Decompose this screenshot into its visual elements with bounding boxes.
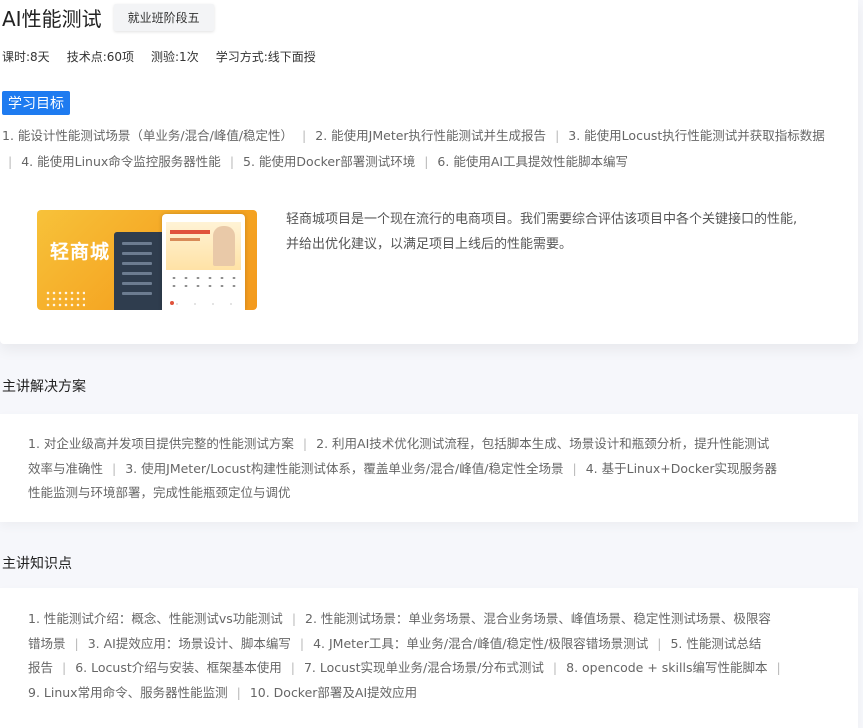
goals-line-2: | 4. 能使用Linux命令监控服务器性能 | 5. 能使用Docker部署测试环境…: [2, 149, 858, 175]
solutions-card: 1. 对企业级高并发项目提供完整的性能测试方案 | 2. 利用AI技术优化测试流程，…: [0, 414, 858, 522]
knowledge-item: 2. 性能测试场景：单业务场景、混合业务场景、峰值场景、稳定性测试场景、极限容: [305, 611, 771, 626]
knowledge-item: 3. AI提效应用：场景设计、脚本编写: [87, 635, 291, 651]
solutions-line: 性能监测与环境部署，完成性能瓶颈定位与调优: [28, 481, 828, 506]
solutions-content: 1. 对企业级高并发项目提供完整的性能测试方案 | 2. 利用AI技术优化测试流程，…: [28, 432, 828, 506]
solution-item: 3. 使用JMeter/Locust构建性能测试体系，覆盖单业务/混合/峰值/稳…: [125, 460, 564, 476]
solution-item: 效率与准确性: [28, 460, 104, 476]
goal-item: 1. 能设计性能测试场景（单业务/混合/峰值/稳定性）: [2, 128, 294, 143]
solution-item: 性能监测与环境部署，完成性能瓶颈定位与调优: [28, 485, 291, 500]
knowledge-separator: |: [299, 635, 305, 651]
solutions-line: 1. 对企业级高并发项目提供完整的性能测试方案 | 2. 利用AI技术优化测试流程，…: [28, 432, 828, 457]
goal-separator: |: [424, 154, 429, 169]
knowledge-line: 1. 性能测试介绍：概念、性能测试vs功能测试 | 2. 性能测试场景：单业务场景、…: [28, 607, 828, 632]
goal-separator: |: [8, 154, 13, 169]
knowledge-item: 4. JMeter工具：单业务/混合/峰值/稳定性/极限容错场景测试: [313, 635, 649, 651]
title-row: AI性能测试 就业班阶段五: [2, 3, 214, 31]
knowledge-card: 1. 性能测试介绍：概念、性能测试vs功能测试 | 2. 性能测试场景：单业务场景、…: [0, 588, 858, 728]
knowledge-item: 1. 性能测试介绍：概念、性能测试vs功能测试: [28, 611, 283, 626]
stage-tag: 就业班阶段五: [113, 3, 214, 31]
banner-phone-nav: [168, 302, 240, 306]
knowledge-separator: |: [776, 660, 781, 675]
banner-logo-text: 轻商城: [50, 241, 111, 263]
goal-item: 4. 能使用Linux命令监控服务器性能: [21, 154, 221, 169]
knowledge-line: 9. Linux常用命令、服务器性能监测 | 10. Docker部署及AI提效应用: [28, 681, 828, 706]
knowledge-separator: |: [552, 660, 558, 675]
meta-hours: 课时:8天: [2, 50, 50, 64]
course-detail-page: AI性能测试 就业班阶段五 课时:8天 技术点:60项 测验:1次 学习方式:线…: [0, 0, 863, 728]
meta-tech-points: 技术点:60项: [66, 50, 135, 64]
knowledge-item: 错场景: [28, 635, 66, 651]
knowledge-line: 错场景 | 3. AI提效应用：场景设计、脚本编写 | 4. JMeter工具：单业务/…: [28, 632, 828, 657]
goal-item: 3. 能使用Locust执行性能测试并获取指标数据: [568, 128, 825, 143]
knowledge-heading: 主讲知识点: [2, 556, 72, 572]
project-description-line: 并给出优化建议，以满足项目上线后的性能需要。: [286, 237, 573, 252]
knowledge-item: 5. 性能测试总结: [670, 635, 762, 651]
knowledge-item: 6. Locust介绍与安装、框架基本使用: [75, 660, 282, 675]
knowledge-item: 7. Locust实现单业务/混合场景/分布式测试: [303, 660, 544, 675]
learning-goals-badge: 学习目标: [2, 91, 70, 115]
solution-separator: |: [112, 460, 117, 476]
knowledge-separator: |: [657, 635, 662, 651]
project-description-line: 轻商城项目是一个现在流行的电商项目。我们需要综合评估该项目中各个关键接口的性能,: [286, 212, 798, 227]
knowledge-item: 9. Linux常用命令、服务器性能监测: [28, 684, 228, 700]
banner-phone-mockup: [162, 214, 245, 310]
solution-item: 1. 对企业级高并发项目提供完整的性能测试方案: [28, 436, 294, 451]
solution-item: 4. 基于Linux+Docker实现服务器: [585, 460, 778, 476]
goal-item: 2. 能使用JMeter执行性能测试并生成报告: [315, 128, 547, 143]
project-description: 轻商城项目是一个现在流行的电商项目。我们需要综合评估该项目中各个关键接口的性能,…: [286, 207, 826, 257]
banner-phone-grid: [168, 274, 240, 290]
knowledge-content: 1. 性能测试介绍：概念、性能测试vs功能测试 | 2. 性能测试场景：单业务场景、…: [28, 607, 828, 705]
knowledge-separator: |: [290, 660, 295, 675]
banner-dot-pattern: [45, 290, 85, 308]
course-meta: 课时:8天 技术点:60项 测验:1次 学习方式:线下面授: [2, 48, 316, 65]
goal-separator: |: [229, 154, 235, 169]
goal-separator: |: [302, 128, 307, 143]
knowledge-separator: |: [74, 635, 79, 651]
meta-mode: 学习方式:线下面授: [215, 50, 316, 64]
meta-quizzes: 测验:1次: [151, 50, 199, 64]
solution-item: 2. 利用AI技术优化测试流程，包括脚本生成、场景设计和瓶颈分析，提升性能测试: [316, 436, 770, 451]
course-overview-card: AI性能测试 就业班阶段五 课时:8天 技术点:60项 测验:1次 学习方式:线…: [0, 0, 858, 344]
project-banner-image: 轻商城: [37, 210, 257, 310]
solution-separator: |: [572, 460, 577, 476]
goal-separator: |: [555, 128, 560, 143]
solutions-line: 效率与准确性 | 3. 使用JMeter/Locust构建性能测试体系，覆盖单业务/…: [28, 457, 828, 482]
solution-separator: |: [302, 436, 308, 451]
knowledge-separator: |: [291, 611, 297, 626]
goals-line-1: 1. 能设计性能测试场景（单业务/混合/峰值/稳定性） | 2. 能使用JMeter…: [2, 123, 858, 149]
course-title: AI性能测试: [2, 6, 102, 31]
knowledge-separator: |: [62, 660, 67, 675]
learning-goals-list: 1. 能设计性能测试场景（单业务/混合/峰值/稳定性） | 2. 能使用JMeter…: [2, 123, 858, 175]
goal-item: 6. 能使用AI工具提效性能脚本编写: [437, 154, 629, 169]
knowledge-item: 8. opencode + skills编写性能脚本: [566, 660, 768, 675]
knowledge-separator: |: [236, 684, 241, 700]
goal-item: 5. 能使用Docker部署测试环境: [243, 154, 416, 169]
knowledge-line: 报告 | 6. Locust介绍与安装、框架基本使用 | 7. Locust实现单业务/…: [28, 656, 828, 681]
banner-phone-home-icon: [170, 301, 174, 305]
knowledge-item: 报告: [28, 660, 54, 675]
knowledge-item: 10. Docker部署及AI提效应用: [249, 684, 418, 700]
banner-phone-hero: [166, 222, 241, 270]
solutions-heading: 主讲解决方案: [2, 379, 86, 395]
